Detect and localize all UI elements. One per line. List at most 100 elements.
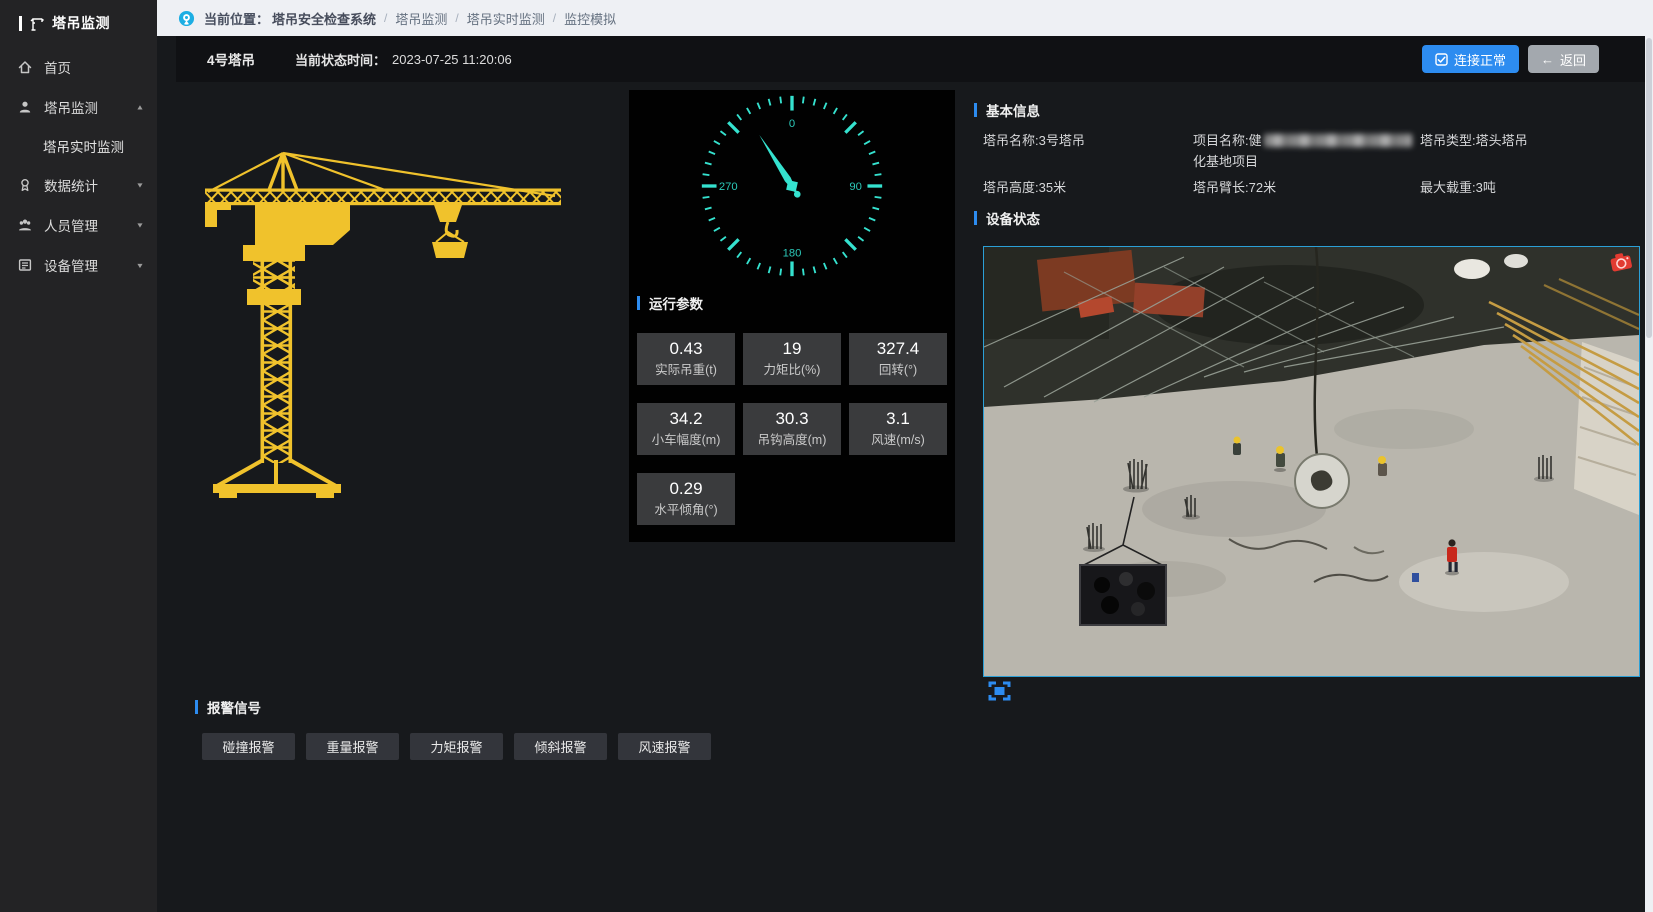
sidebar-item-label: 数据统计 [44, 175, 98, 195]
param-label: 回转(°) [849, 360, 947, 380]
info-arm-length: 塔吊臂长:72米 [1193, 177, 1276, 198]
param-value: 3.1 [849, 408, 947, 430]
compass-needle [753, 131, 805, 201]
fullscreen-icon[interactable] [988, 681, 1011, 701]
sidebar-item-crane-monitor[interactable]: 塔吊监测 ▲ [0, 87, 157, 127]
param-tile-wind: 3.1 风速(m/s) [849, 403, 947, 455]
sidebar-item-equipment[interactable]: 设备管理 ▼ [0, 245, 157, 285]
info-crane-type: 塔吊类型:塔头塔吊 [1420, 130, 1528, 151]
sidebar-item-realtime-monitor[interactable]: 塔吊实时监测 [0, 127, 157, 165]
back-button[interactable]: ← 返回 [1528, 45, 1599, 73]
breadcrumb-item-simulation[interactable]: 监控模拟 [564, 9, 616, 28]
location-pin-icon [178, 10, 195, 27]
compass-label-0: 0 [789, 118, 795, 130]
chevron-down-icon: ▼ [136, 261, 145, 269]
compass-label-90: 90 [849, 181, 862, 193]
device-icon [17, 257, 33, 273]
alarm-button-wind[interactable]: 风速报警 [618, 733, 711, 760]
camera-alert-icon [1608, 250, 1635, 274]
breadcrumb-item-crane-monitor[interactable]: 塔吊监测 [395, 9, 447, 28]
breadcrumb-prefix: 当前位置： [204, 9, 269, 28]
breadcrumb-separator: / [553, 11, 556, 25]
alarm-button-weight[interactable]: 重量报警 [306, 733, 399, 760]
home-icon [17, 59, 33, 75]
scrollbar-thumb[interactable] [1646, 38, 1652, 338]
sidebar-item-home[interactable]: 首页 [0, 47, 157, 87]
connect-status-button[interactable]: 连接正常 [1422, 45, 1519, 73]
arrow-left-icon: ← [1541, 52, 1554, 67]
param-value: 327.4 [849, 338, 947, 360]
title-accent-bar [637, 296, 640, 310]
logo-bar-icon [19, 16, 22, 31]
param-tile-load: 0.43 实际吊重(t) [637, 333, 735, 385]
param-tile-tilt: 0.29 水平倾角(°) [637, 473, 735, 525]
param-label: 力矩比(%) [743, 360, 841, 380]
crane-logo-icon [29, 15, 45, 31]
param-value: 0.29 [637, 478, 735, 500]
breadcrumb-separator: / [455, 11, 458, 25]
alarm-button-collision[interactable]: 碰撞报警 [202, 733, 295, 760]
device-status-title: 设备状态 [974, 208, 1040, 228]
basic-info-title: 基本信息 [974, 100, 1040, 120]
user-icon [17, 99, 33, 115]
checkbox-checked-icon [1435, 53, 1448, 66]
chevron-down-icon: ▼ [136, 181, 145, 189]
chevron-up-icon: ▲ [136, 103, 145, 111]
sidebar-item-label: 人员管理 [44, 215, 98, 235]
title-accent-bar [974, 211, 977, 225]
title-accent-bar [195, 700, 198, 714]
camera-feed [983, 246, 1640, 677]
param-value: 34.2 [637, 408, 735, 430]
sidebar: 塔吊监测 首页 塔吊监测 ▲ 塔吊实时监测 数据统计 ▼ 人员管理 ▼ [0, 0, 157, 912]
alarm-signal-title: 报警信号 [195, 697, 261, 717]
stats-icon [17, 177, 33, 193]
param-tile-moment: 19 力矩比(%) [743, 333, 841, 385]
param-tile-trolley: 34.2 小车幅度(m) [637, 403, 735, 455]
param-label: 水平倾角(°) [637, 500, 735, 520]
breadcrumb-separator: / [384, 11, 387, 25]
crane-name: 4号塔吊 [207, 49, 255, 69]
param-tile-hook-height: 30.3 吊钩高度(m) [743, 403, 841, 455]
chevron-down-icon: ▼ [136, 221, 145, 229]
param-value: 19 [743, 338, 841, 360]
sidebar-item-label: 首页 [44, 57, 71, 77]
info-project-name: 项目名称:健化基地项目 [1193, 130, 1423, 172]
scrollbar[interactable] [1645, 0, 1653, 912]
app-logo: 塔吊监测 [0, 0, 157, 47]
info-crane-height: 塔吊高度:35米 [983, 177, 1066, 198]
people-icon [17, 217, 33, 233]
param-value: 30.3 [743, 408, 841, 430]
status-time-label: 当前状态时间： [295, 50, 386, 69]
alarm-button-moment[interactable]: 力矩报警 [410, 733, 503, 760]
construction-site-image [984, 247, 1639, 676]
rotation-compass-gauge: 0 90 180 270 [694, 88, 890, 284]
alarm-button-tilt[interactable]: 倾斜报警 [514, 733, 607, 760]
page-header: 4号塔吊 当前状态时间： 2023-07-25 11:20:06 连接正常 ← … [176, 36, 1645, 82]
breadcrumb-item-realtime[interactable]: 塔吊实时监测 [467, 9, 545, 28]
alarm-button-row: 碰撞报警 重量报警 力矩报警 倾斜报警 风速报警 [202, 733, 711, 760]
sidebar-item-label: 塔吊监测 [44, 97, 98, 117]
param-label: 小车幅度(m) [637, 430, 735, 450]
redacted-text [1264, 134, 1412, 147]
title-accent-bar [974, 103, 977, 117]
status-time-value: 2023-07-25 11:20:06 [392, 52, 512, 67]
param-label: 风速(m/s) [849, 430, 947, 450]
tower-crane-illustration [205, 150, 565, 498]
sidebar-item-data-stats[interactable]: 数据统计 ▼ [0, 165, 157, 205]
param-label: 吊钩高度(m) [743, 430, 841, 450]
compass-label-270: 270 [719, 181, 738, 193]
app-title: 塔吊监测 [52, 13, 110, 33]
sidebar-item-label: 塔吊实时监测 [43, 136, 124, 156]
info-max-load: 最大载重:3吨 [1420, 177, 1496, 198]
param-value: 0.43 [637, 338, 735, 360]
run-params-title: 运行参数 [637, 293, 703, 313]
breadcrumb-item-system[interactable]: 塔吊安全检查系统 [272, 9, 376, 28]
param-tile-rotation: 327.4 回转(°) [849, 333, 947, 385]
sidebar-item-personnel[interactable]: 人员管理 ▼ [0, 205, 157, 245]
connect-button-label: 连接正常 [1454, 50, 1506, 69]
gauge-panel: 0 90 180 270 运行参数 0.43 实际吊重(t) 19 力矩比(%)… [629, 90, 955, 542]
info-crane-name: 塔吊名称:3号塔吊 [983, 130, 1085, 151]
breadcrumb: 当前位置： 塔吊安全检查系统 / 塔吊监测 / 塔吊实时监测 / 监控模拟 [157, 0, 1645, 36]
sidebar-item-label: 设备管理 [44, 255, 98, 275]
back-button-label: 返回 [1560, 50, 1586, 69]
